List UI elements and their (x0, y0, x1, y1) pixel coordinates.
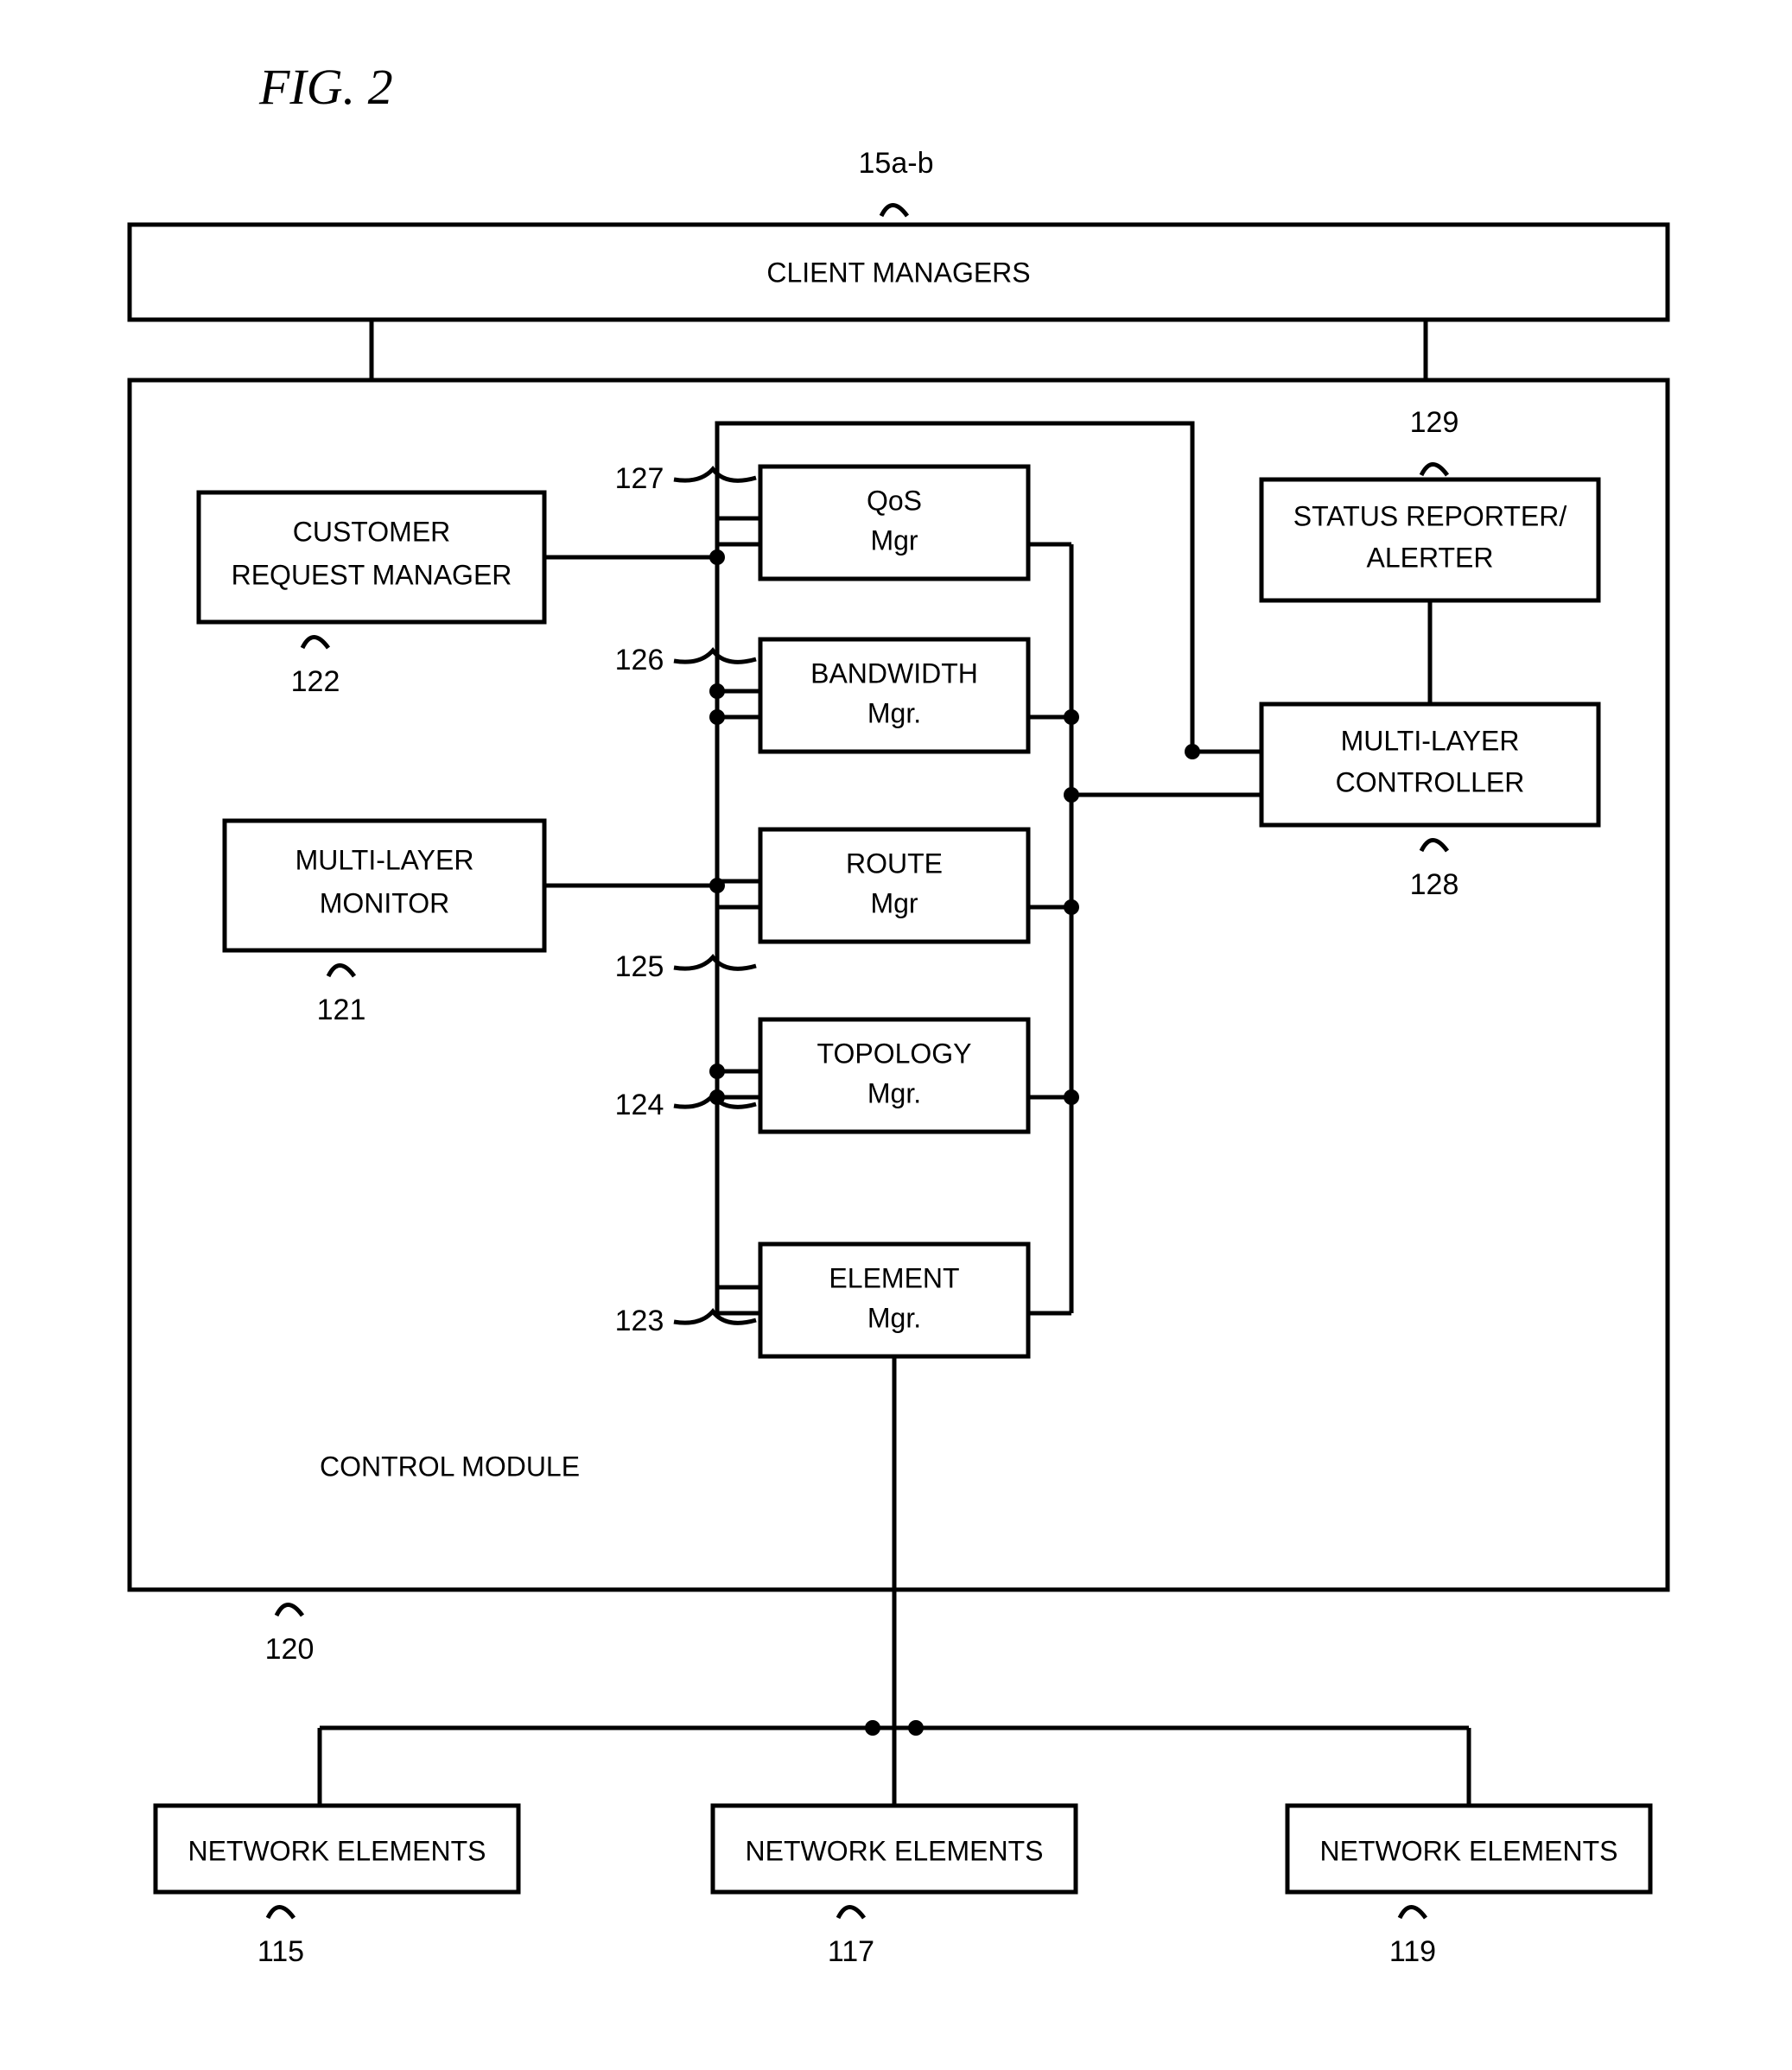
tick-115 (268, 1908, 294, 1919)
dot (709, 1064, 725, 1079)
tick-119 (1400, 1908, 1426, 1919)
ref-crm: 122 (291, 665, 340, 698)
dot (709, 1089, 725, 1105)
dot (709, 549, 725, 565)
box-controller (1261, 704, 1598, 825)
box-bw (760, 639, 1028, 752)
label-topo-1: TOPOLOGY (817, 1038, 971, 1069)
label-mon-2: MONITOR (320, 887, 450, 918)
ref-top: 15a-b (859, 147, 934, 180)
ref-qos: 127 (615, 462, 664, 495)
dot (709, 709, 725, 725)
figure-label: FIG. 2 (258, 59, 393, 115)
dot (908, 1720, 924, 1736)
label-status-1: STATUS REPORTER/ (1293, 500, 1567, 531)
label-control-module: CONTROL MODULE (320, 1451, 580, 1482)
ref-bw: 126 (615, 644, 664, 676)
dot (1185, 744, 1200, 759)
box-qos (760, 467, 1028, 579)
label-crm-2: REQUEST MANAGER (232, 559, 512, 590)
box-elem (760, 1244, 1028, 1356)
label-mon-1: MULTI-LAYER (295, 844, 474, 875)
label-qos-1: QoS (867, 485, 922, 516)
label-route-1: ROUTE (846, 848, 943, 879)
dot (1064, 1089, 1079, 1105)
label-client-managers: CLIENT MANAGERS (766, 257, 1030, 288)
ref-ctrl: 128 (1410, 868, 1459, 901)
label-elem-1: ELEMENT (829, 1262, 959, 1293)
tick-120 (276, 1605, 302, 1616)
label-topo-2: Mgr. (867, 1077, 921, 1108)
ref-control-module: 120 (265, 1633, 315, 1666)
dot (1064, 899, 1079, 915)
label-bw-2: Mgr. (867, 697, 921, 728)
ref-route: 125 (615, 950, 664, 983)
ref-ne3: 119 (1389, 1935, 1436, 1968)
ref-topo: 124 (615, 1089, 664, 1121)
ref-mon: 121 (317, 994, 366, 1026)
label-ne2: NETWORK ELEMENTS (746, 1835, 1044, 1866)
ref-status: 129 (1410, 406, 1459, 439)
label-ne1: NETWORK ELEMENTS (188, 1835, 486, 1866)
label-ctrl-1: MULTI-LAYER (1341, 725, 1520, 756)
box-monitor (225, 821, 544, 950)
label-qos-2: Mgr (870, 524, 918, 556)
diagram-canvas: FIG. 2 15a-b CLIENT MANAGERS CONTROL MOD… (0, 0, 1792, 2070)
dot (709, 878, 725, 893)
ref-elem: 123 (615, 1305, 664, 1337)
ref-ne1: 115 (257, 1935, 304, 1968)
label-crm-1: CUSTOMER (293, 516, 451, 547)
dot (1064, 709, 1079, 725)
tick-117 (838, 1908, 864, 1919)
box-crm (199, 492, 544, 622)
dot (709, 683, 725, 699)
ref-ne2: 117 (828, 1935, 874, 1968)
box-topo (760, 1019, 1028, 1132)
dot (1064, 787, 1079, 803)
label-status-2: ALERTER (1366, 542, 1493, 573)
label-route-2: Mgr (870, 887, 918, 918)
box-route (760, 829, 1028, 942)
label-bw-1: BANDWIDTH (810, 657, 978, 689)
tick-top (881, 206, 907, 217)
label-elem-2: Mgr. (867, 1302, 921, 1333)
box-status (1261, 479, 1598, 600)
label-ctrl-2: CONTROLLER (1336, 766, 1525, 797)
dot (865, 1720, 880, 1736)
label-ne3: NETWORK ELEMENTS (1320, 1835, 1618, 1866)
